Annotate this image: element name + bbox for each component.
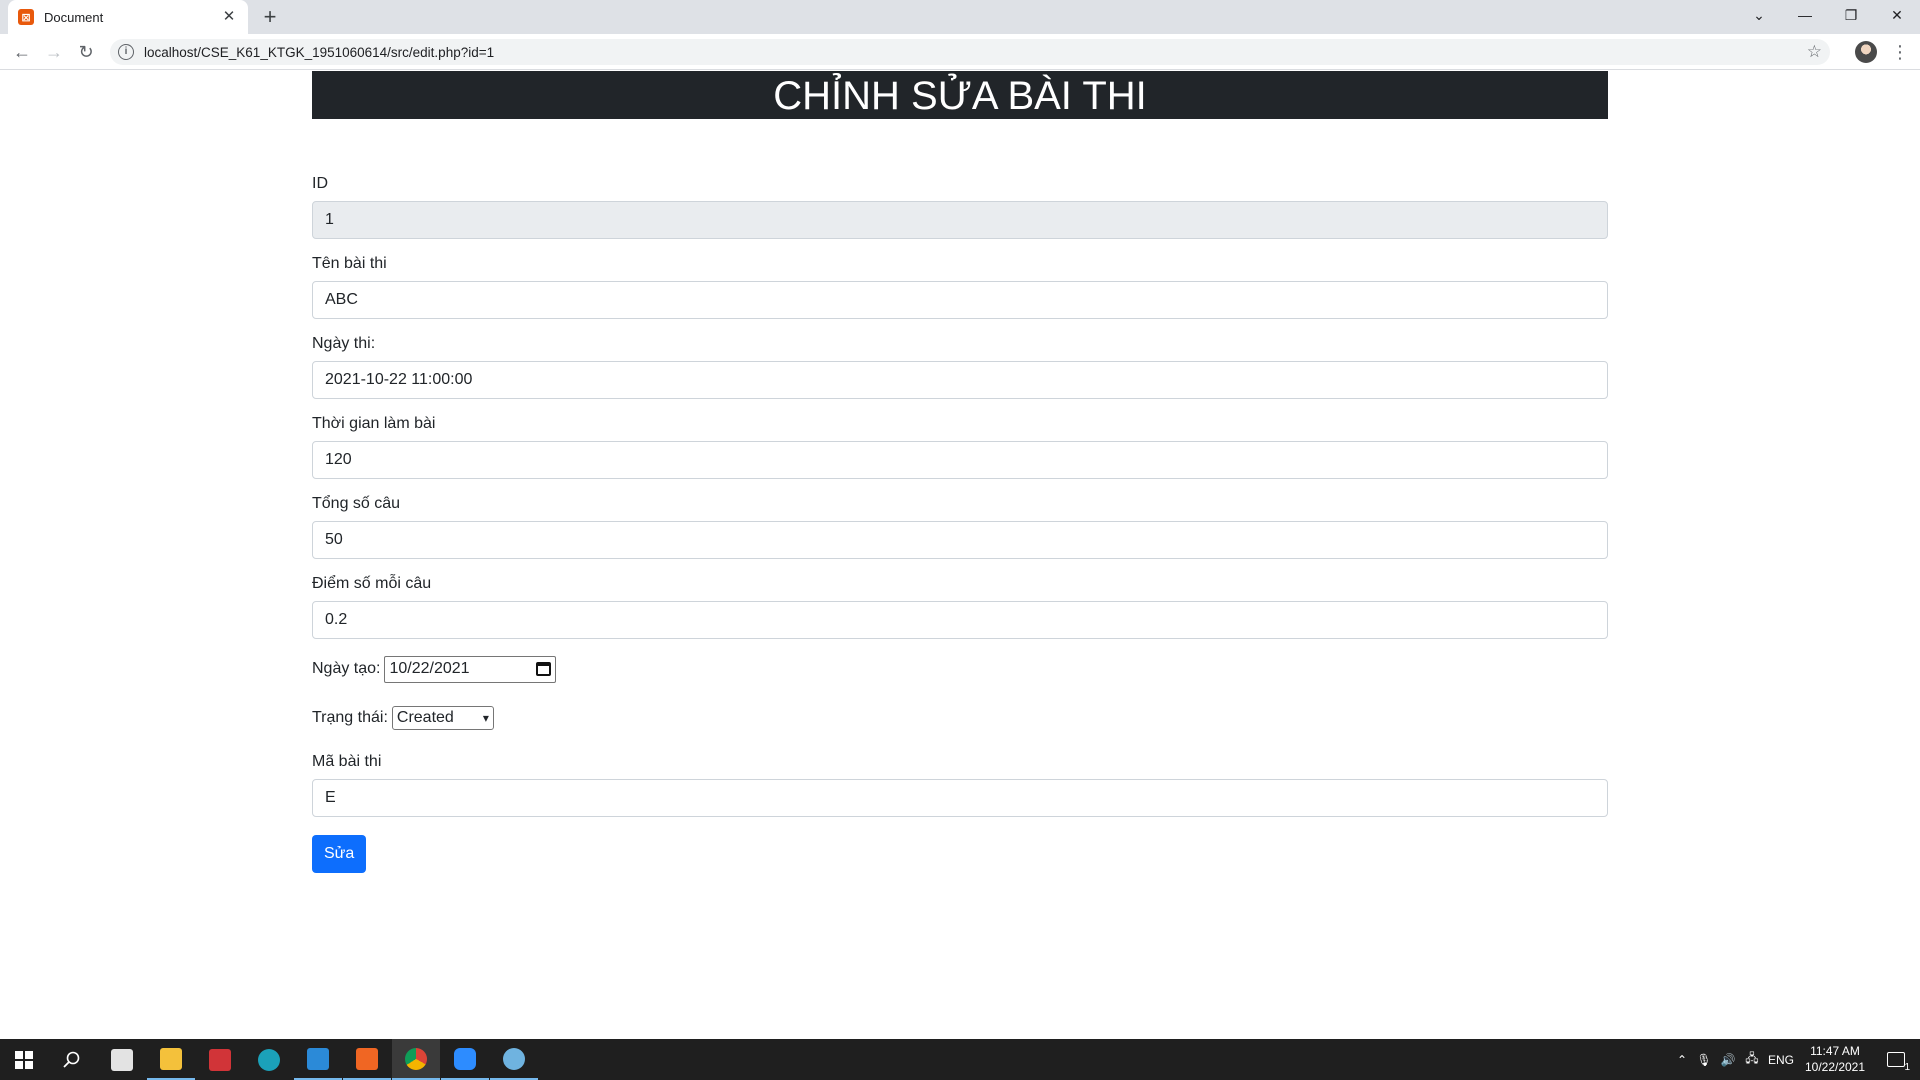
created-date-row: Ngày tạo: 10/22/2021 bbox=[312, 655, 1608, 683]
restore-icon[interactable]: ❐ bbox=[1828, 0, 1874, 30]
windows-start-icon[interactable] bbox=[0, 1039, 48, 1080]
total-questions-label: Tổng số câu bbox=[312, 495, 401, 512]
status-row: Trạng thái: Created ▾ bbox=[312, 704, 1608, 732]
minimize-icon[interactable]: — bbox=[1782, 0, 1828, 30]
code-group: Mã bài thi E bbox=[312, 753, 1608, 817]
close-window-icon[interactable]: ✕ bbox=[1874, 0, 1920, 30]
chevron-up-icon[interactable]: ⌃ bbox=[1672, 1053, 1692, 1067]
total-questions-group: Tổng số câu 50 bbox=[312, 495, 1608, 559]
duration-group: Thời gian làm bài 120 bbox=[312, 415, 1608, 479]
store-icon[interactable] bbox=[98, 1039, 146, 1080]
tab-title: Document bbox=[44, 9, 104, 25]
reload-icon[interactable]: ↻ bbox=[72, 38, 100, 66]
xampp-favicon-icon: ⊠ bbox=[18, 9, 34, 25]
snip-tool-icon[interactable] bbox=[196, 1039, 244, 1080]
clock-time: 11:47 AM bbox=[1810, 1044, 1860, 1058]
page-viewport: CHỈNH SỬA BÀI THI ID 1 Tên bài thi ABC N… bbox=[0, 71, 1920, 1039]
close-tab-icon[interactable]: ✕ bbox=[220, 8, 238, 26]
windows-taskbar: ⌃ 🎙 🔊 🖧 ENG 11:47 AM 10/22/2021 1 bbox=[0, 1039, 1920, 1080]
id-field[interactable]: 1 bbox=[312, 201, 1608, 239]
status-selected-value: Created bbox=[396, 709, 454, 726]
browser-menu-icon[interactable]: ⋮ bbox=[1890, 38, 1910, 66]
created-date-value: 10/22/2021 bbox=[389, 660, 470, 677]
vscode-icon[interactable] bbox=[294, 1039, 342, 1080]
calendar-icon[interactable] bbox=[536, 662, 552, 676]
url-text[interactable]: localhost/CSE_K61_KTGK_1951060614/src/ed… bbox=[144, 45, 494, 60]
site-info-icon[interactable]: i bbox=[118, 44, 134, 60]
id-label: ID bbox=[312, 175, 328, 192]
code-label: Mã bài thi bbox=[312, 753, 382, 770]
file-explorer-icon[interactable] bbox=[147, 1039, 195, 1080]
tab-search-chevron-icon[interactable]: ⌄ bbox=[1736, 0, 1782, 30]
page-title: CHỈNH SỬA BÀI THI bbox=[312, 71, 1608, 119]
duration-input[interactable]: 120 bbox=[312, 441, 1608, 479]
bookmark-star-icon[interactable]: ☆ bbox=[1807, 42, 1822, 62]
code-input[interactable]: E bbox=[312, 779, 1608, 817]
tab-strip: ⊠ Document ✕ + ⌄ — ❐ ✕ bbox=[0, 0, 1920, 34]
exam-date-label: Ngày thi: bbox=[312, 335, 376, 352]
notifications-icon[interactable]: 1 bbox=[1872, 1039, 1920, 1080]
created-date-input[interactable]: 10/22/2021 bbox=[384, 655, 557, 683]
status-label: Trạng thái: bbox=[312, 709, 388, 726]
search-icon[interactable] bbox=[48, 1039, 96, 1080]
created-date-label: Ngày tạo: bbox=[312, 660, 381, 677]
id-group: ID 1 bbox=[312, 175, 1608, 239]
language-indicator[interactable]: ENG bbox=[1764, 1053, 1798, 1067]
paint-icon[interactable] bbox=[490, 1039, 538, 1080]
edge-icon[interactable] bbox=[245, 1039, 293, 1080]
status-select[interactable]: Created ▾ bbox=[391, 706, 494, 730]
submit-button[interactable]: Sửa bbox=[312, 835, 367, 873]
name-input[interactable]: ABC bbox=[312, 281, 1608, 319]
name-label: Tên bài thi bbox=[312, 255, 387, 272]
edit-exam-form: ID 1 Tên bài thi ABC Ngày thi: 2021-10-2… bbox=[312, 175, 1608, 873]
forward-icon[interactable]: → bbox=[40, 38, 68, 66]
name-group: Tên bài thi ABC bbox=[312, 255, 1608, 319]
chrome-icon[interactable] bbox=[392, 1039, 440, 1080]
chevron-down-icon: ▾ bbox=[482, 711, 489, 725]
score-label: Điểm số mỗi câu bbox=[312, 575, 432, 592]
browser-toolbar: ← → ↻ i localhost/CSE_K61_KTGK_195106061… bbox=[0, 34, 1920, 70]
duration-label: Thời gian làm bài bbox=[312, 415, 436, 432]
score-input[interactable]: 0.2 bbox=[312, 601, 1608, 639]
microphone-icon[interactable]: 🎙 bbox=[1692, 1053, 1716, 1067]
profile-avatar[interactable] bbox=[1855, 41, 1877, 63]
browser-tab[interactable]: ⊠ Document ✕ bbox=[8, 0, 248, 34]
exam-date-input[interactable]: 2021-10-22 11:00:00 bbox=[312, 361, 1608, 399]
exam-date-group: Ngày thi: 2021-10-22 11:00:00 bbox=[312, 335, 1608, 399]
clock-date: 10/22/2021 bbox=[1804, 1060, 1866, 1074]
edit-form-container: CHỈNH SỬA BÀI THI ID 1 Tên bài thi ABC N… bbox=[312, 71, 1608, 873]
volume-icon[interactable]: 🔊 bbox=[1716, 1053, 1740, 1067]
address-bar[interactable]: i localhost/CSE_K61_KTGK_1951060614/src/… bbox=[110, 39, 1830, 65]
total-questions-input[interactable]: 50 bbox=[312, 521, 1608, 559]
xampp-icon[interactable] bbox=[343, 1039, 391, 1080]
zoom-icon[interactable] bbox=[441, 1039, 489, 1080]
tray-area: ⌃ 🎙 🔊 🖧 ENG bbox=[1672, 1039, 1798, 1080]
score-group: Điểm số mỗi câu 0.2 bbox=[312, 575, 1608, 639]
new-tab-icon[interactable]: + bbox=[258, 5, 282, 29]
back-icon[interactable]: ← bbox=[8, 38, 36, 66]
network-icon[interactable]: 🖧 bbox=[1740, 1049, 1764, 1070]
notification-count: 1 bbox=[1904, 1062, 1910, 1073]
clock[interactable]: 11:47 AM 10/22/2021 bbox=[1800, 1043, 1870, 1075]
